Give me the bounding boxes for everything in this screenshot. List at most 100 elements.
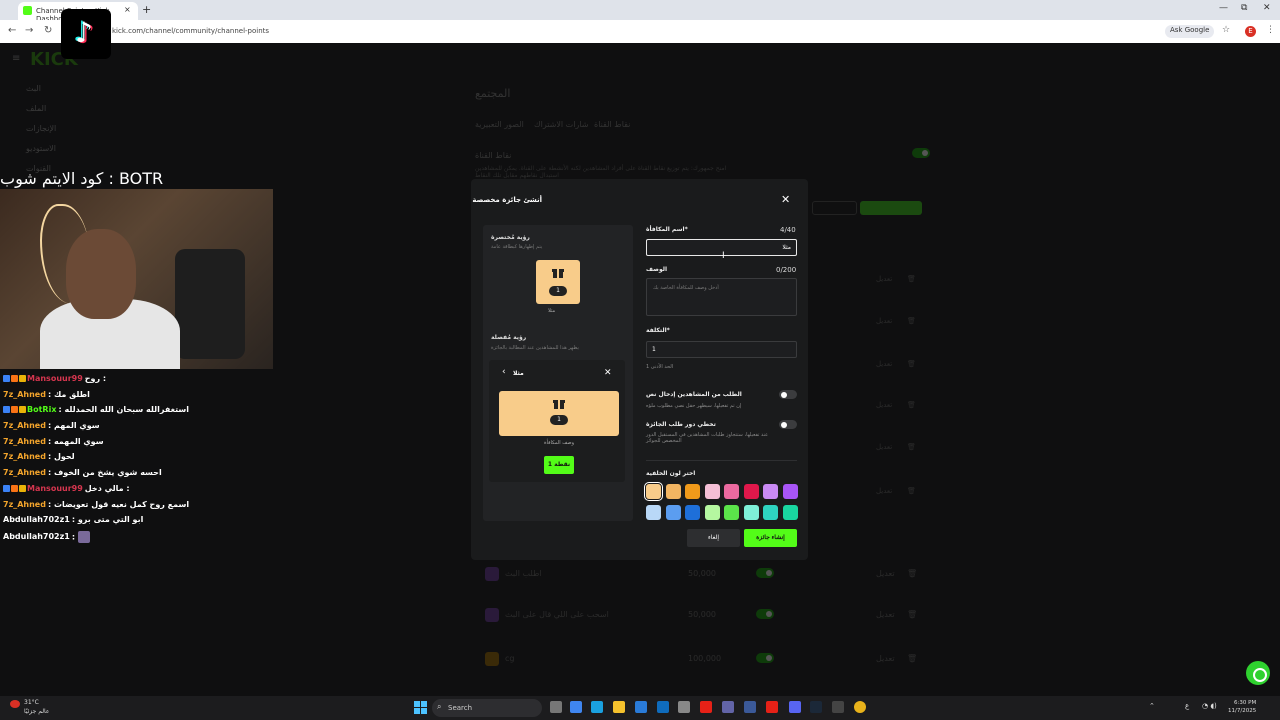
- youtube-icon[interactable]: [700, 701, 712, 713]
- file-explorer-icon[interactable]: [613, 701, 625, 713]
- reward-toggle[interactable]: [756, 568, 774, 578]
- delete-icon[interactable]: 🗑: [907, 275, 916, 283]
- color-swatch[interactable]: [724, 484, 739, 499]
- outlook-icon[interactable]: [657, 701, 669, 713]
- back-icon[interactable]: ←: [8, 25, 16, 36]
- ask-google-button[interactable]: Ask Google: [1165, 25, 1215, 38]
- color-swatch[interactable]: [644, 482, 663, 501]
- youtube-icon-2[interactable]: [766, 701, 778, 713]
- color-swatch[interactable]: [724, 505, 739, 520]
- reward-toggle[interactable]: [756, 609, 774, 619]
- wifi-volume-icon[interactable]: ◔ ◖): [1202, 702, 1217, 710]
- browser-menu-icon[interactable]: ⋮: [1266, 25, 1275, 35]
- color-swatch[interactable]: [704, 484, 720, 499]
- edit-link[interactable]: تعديل: [876, 275, 892, 283]
- chat-username[interactable]: 7z_Ahned: [3, 421, 46, 430]
- close-icon[interactable]: ✕: [781, 193, 790, 206]
- sidebar-item-profile[interactable]: الملف: [26, 104, 46, 113]
- color-swatch[interactable]: [782, 484, 798, 499]
- chat-username[interactable]: BotRix: [27, 405, 56, 414]
- color-swatch[interactable]: [704, 505, 720, 520]
- url-field[interactable]: kick.com/channel/community/channel-point…: [112, 27, 269, 35]
- copilot-icon[interactable]: [570, 701, 582, 713]
- edit-link[interactable]: تعديل: [876, 610, 895, 619]
- weather-temp[interactable]: 31°C: [24, 699, 39, 706]
- color-swatch[interactable]: [763, 484, 778, 499]
- delete-icon[interactable]: 🗑: [907, 610, 917, 619]
- edge-icon[interactable]: [591, 701, 603, 713]
- taskbar-search[interactable]: ⌕ Search: [432, 699, 542, 717]
- chat-username[interactable]: Mansouur99: [27, 374, 83, 383]
- windows-start-icon[interactable]: [414, 701, 427, 714]
- sidebar-item-stream[interactable]: البث: [26, 84, 41, 93]
- edit-link[interactable]: تعديل: [876, 401, 892, 409]
- edit-link[interactable]: تعديل: [876, 654, 895, 663]
- description-textarea[interactable]: أدخل وصف للمكافأة الخاصة بك: [646, 278, 797, 316]
- chat-username[interactable]: 7z_Ahned: [3, 390, 46, 399]
- color-swatch[interactable]: [763, 505, 778, 520]
- system-clock[interactable]: 6:30 PM 11/7/2025: [1228, 699, 1256, 715]
- delete-icon[interactable]: 🗑: [907, 360, 916, 368]
- color-swatch[interactable]: [665, 505, 681, 520]
- color-swatch[interactable]: [685, 484, 700, 499]
- chat-username[interactable]: 7z_Ahned: [3, 468, 46, 477]
- hamburger-menu-icon[interactable]: ≡: [12, 53, 20, 64]
- weather-condition[interactable]: عالم جزئيًا: [24, 708, 49, 715]
- profile-avatar[interactable]: E: [1245, 26, 1256, 37]
- delete-icon[interactable]: 🗑: [907, 443, 916, 451]
- sidebar-item-studio[interactable]: الاستوديو: [26, 144, 56, 153]
- chat-username[interactable]: Mansouur99: [27, 484, 83, 493]
- language-indicator[interactable]: ع: [1185, 702, 1189, 710]
- maximize-button[interactable]: ⧉: [1241, 3, 1247, 13]
- delete-icon[interactable]: 🗑: [907, 487, 916, 495]
- tab-channel-points[interactable]: نقاط القناة: [594, 120, 630, 129]
- chat-username[interactable]: Abdullah702z1: [3, 532, 70, 541]
- color-swatch[interactable]: [743, 484, 759, 499]
- tab-sub-badges[interactable]: شارات الاشتراك: [534, 120, 588, 129]
- color-swatch[interactable]: [646, 505, 661, 520]
- sidebar-item-achievements[interactable]: الإنجازات: [26, 124, 56, 133]
- color-swatch[interactable]: [782, 505, 798, 520]
- close-window-button[interactable]: ✕: [1263, 3, 1271, 13]
- skip-queue-toggle[interactable]: [779, 420, 797, 429]
- tab-close-icon[interactable]: ×: [124, 5, 131, 14]
- delete-icon[interactable]: 🗑: [907, 401, 916, 409]
- teams-icon[interactable]: [722, 701, 734, 713]
- edit-link[interactable]: تعديل: [876, 569, 895, 578]
- settings-icon[interactable]: [678, 701, 690, 713]
- minimize-button[interactable]: —: [1219, 3, 1228, 13]
- color-swatch[interactable]: [685, 505, 700, 520]
- delete-icon[interactable]: 🗑: [907, 317, 916, 325]
- discord-icon[interactable]: [789, 701, 801, 713]
- reward-toggle[interactable]: [756, 653, 774, 663]
- edit-link[interactable]: تعديل: [876, 487, 892, 495]
- steam-icon[interactable]: [810, 701, 822, 713]
- tray-chevron-icon[interactable]: ⌃: [1149, 702, 1155, 710]
- chat-username[interactable]: Abdullah702z1: [3, 515, 70, 524]
- delete-icon[interactable]: 🗑: [907, 654, 917, 663]
- add-reward-button[interactable]: [860, 201, 922, 215]
- chat-username[interactable]: 7z_Ahned: [3, 452, 46, 461]
- app-icon[interactable]: [744, 701, 756, 713]
- reload-icon[interactable]: ↻: [44, 25, 52, 36]
- channel-points-toggle[interactable]: [912, 148, 930, 158]
- store-icon[interactable]: [635, 701, 647, 713]
- create-reward-button[interactable]: إنشاء جائزة: [744, 529, 797, 547]
- edit-link[interactable]: تعديل: [876, 443, 892, 451]
- forward-icon[interactable]: →: [25, 25, 33, 36]
- chrome-icon[interactable]: [854, 701, 866, 713]
- cancel-button[interactable]: إلغاء: [687, 529, 740, 547]
- delete-icon[interactable]: 🗑: [907, 569, 917, 578]
- cost-input[interactable]: 1: [646, 341, 797, 358]
- chat-username[interactable]: 7z_Ahned: [3, 500, 46, 509]
- color-swatch[interactable]: [743, 505, 759, 520]
- edit-link[interactable]: تعديل: [876, 360, 892, 368]
- bookmark-star-icon[interactable]: ☆: [1222, 25, 1230, 35]
- require-input-toggle[interactable]: [779, 390, 797, 399]
- manage-rewards-button[interactable]: [812, 201, 857, 215]
- new-tab-button[interactable]: +: [142, 3, 151, 16]
- edit-link[interactable]: تعديل: [876, 317, 892, 325]
- chat-username[interactable]: 7z_Ahned: [3, 437, 46, 446]
- task-view-icon[interactable]: [550, 701, 562, 713]
- capcut-icon[interactable]: [832, 701, 844, 713]
